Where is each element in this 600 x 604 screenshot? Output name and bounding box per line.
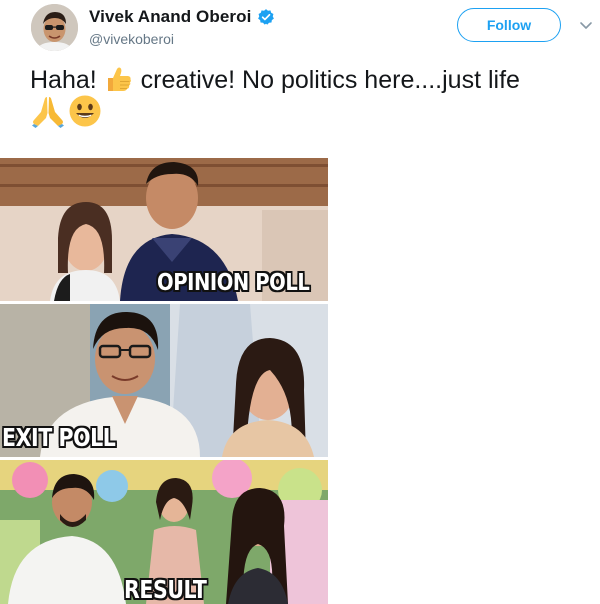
author-name-row: Vivek Anand Oberoi bbox=[89, 7, 275, 27]
meme-image[interactable]: OPINION POLL EXIT POLL RESULT bbox=[0, 158, 328, 604]
meme-panel-exit-poll: EXIT POLL bbox=[0, 304, 328, 457]
avatar[interactable] bbox=[31, 4, 78, 51]
tweet-emoji-line bbox=[30, 95, 102, 128]
smiley-icon bbox=[68, 94, 102, 128]
meme-panel-opinion-poll: OPINION POLL bbox=[0, 158, 328, 301]
chevron-down-icon[interactable] bbox=[578, 17, 594, 33]
tweet-card: Vivek Anand Oberoi @vivekoberoi Follow H… bbox=[0, 0, 600, 604]
thumbs-up-icon bbox=[104, 64, 134, 94]
author-display-name[interactable]: Vivek Anand Oberoi bbox=[89, 7, 251, 27]
panel-caption-result: RESULT bbox=[124, 575, 207, 604]
meme-panel-result: RESULT bbox=[0, 460, 328, 604]
tweet-text-part-2: creative! No politics here....just life bbox=[133, 66, 520, 94]
verified-badge-icon bbox=[257, 8, 275, 26]
author-handle[interactable]: @vivekoberoi bbox=[89, 31, 174, 47]
tweet-text: Haha! creative! No politics here....just… bbox=[30, 62, 590, 98]
follow-button[interactable]: Follow bbox=[457, 8, 561, 42]
avatar-photo bbox=[31, 4, 78, 51]
panel-caption-opinion-poll: OPINION POLL bbox=[157, 270, 310, 296]
panel-caption-exit-poll: EXIT POLL bbox=[2, 423, 116, 452]
folded-hands-icon bbox=[30, 94, 66, 128]
tweet-text-part-1: Haha! bbox=[30, 66, 104, 94]
